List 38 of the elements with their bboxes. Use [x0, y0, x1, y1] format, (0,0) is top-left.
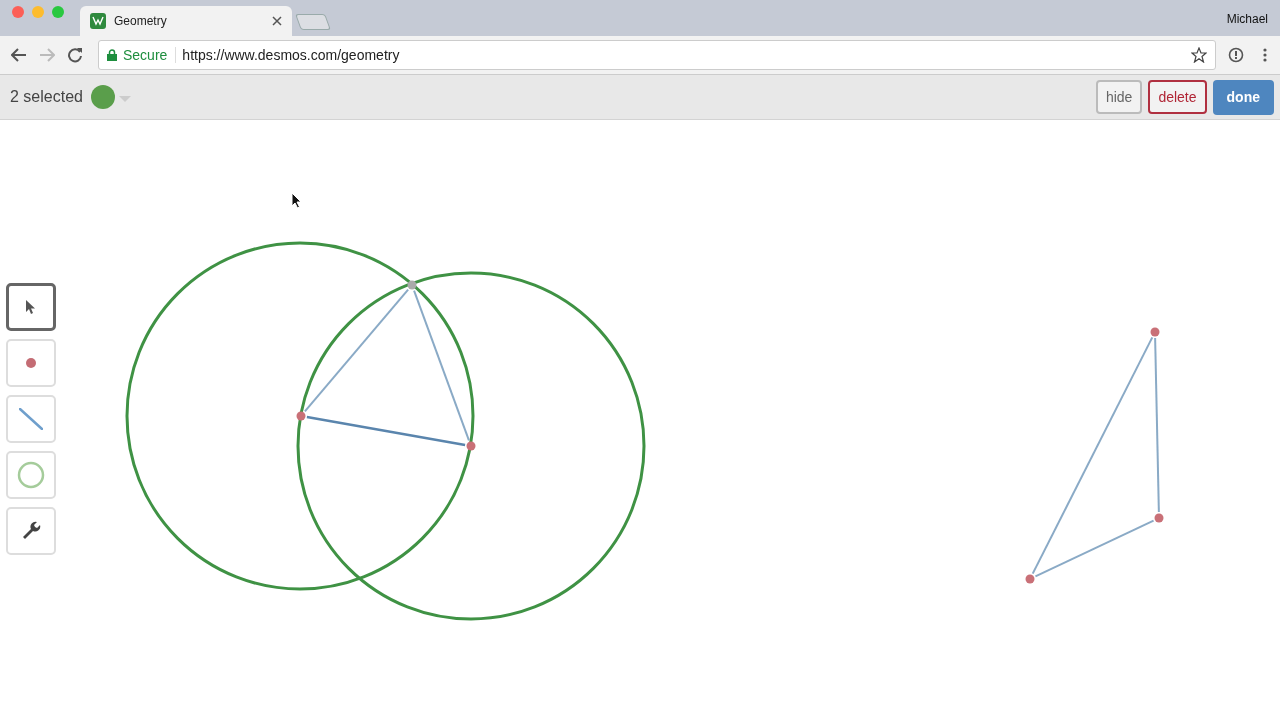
point[interactable]	[466, 441, 476, 451]
star-icon[interactable]	[1191, 47, 1207, 63]
done-button[interactable]: done	[1212, 79, 1274, 115]
lock-icon	[107, 49, 117, 61]
point-icon	[26, 358, 36, 368]
browser-tab[interactable]: Geometry	[80, 6, 292, 36]
line-segment[interactable]	[413, 289, 470, 442]
site-logo-icon	[90, 13, 106, 29]
line-segment[interactable]	[1154, 337, 1160, 513]
pointer-icon	[26, 299, 36, 315]
color-swatch[interactable]	[90, 85, 115, 109]
point[interactable]	[1150, 327, 1160, 337]
segment-icon	[19, 408, 43, 430]
circle-icon	[17, 461, 45, 489]
tool-button[interactable]	[6, 283, 56, 331]
tab-title: Geometry	[114, 14, 168, 28]
line-segment[interactable]	[1031, 336, 1154, 575]
address-bar[interactable]: Secure https://www.desmos.com/geometry	[98, 40, 1216, 70]
extension-icon[interactable]	[1228, 47, 1244, 63]
secure-label: Secure	[107, 47, 177, 63]
close-window-icon[interactable]	[12, 6, 24, 18]
delete-button[interactable]: delete	[1148, 80, 1207, 114]
profile-name[interactable]: Michael	[1226, 12, 1268, 26]
line-segment[interactable]	[303, 288, 410, 413]
point[interactable]	[296, 411, 306, 421]
hide-button[interactable]: hide	[1095, 80, 1143, 114]
selection-count: 2 selected	[10, 88, 83, 106]
point[interactable]	[1154, 513, 1164, 523]
url-text: https://www.desmos.com/geometry	[182, 47, 401, 63]
point[interactable]	[1025, 574, 1035, 584]
line-segment[interactable]	[1034, 519, 1155, 578]
circle[interactable]	[125, 241, 475, 591]
point[interactable]	[407, 280, 417, 290]
close-icon[interactable]	[272, 16, 282, 26]
wrench-icon	[21, 521, 41, 541]
mouse-cursor-icon	[291, 192, 302, 209]
line-segment[interactable]	[306, 415, 466, 447]
circle[interactable]	[296, 271, 646, 621]
